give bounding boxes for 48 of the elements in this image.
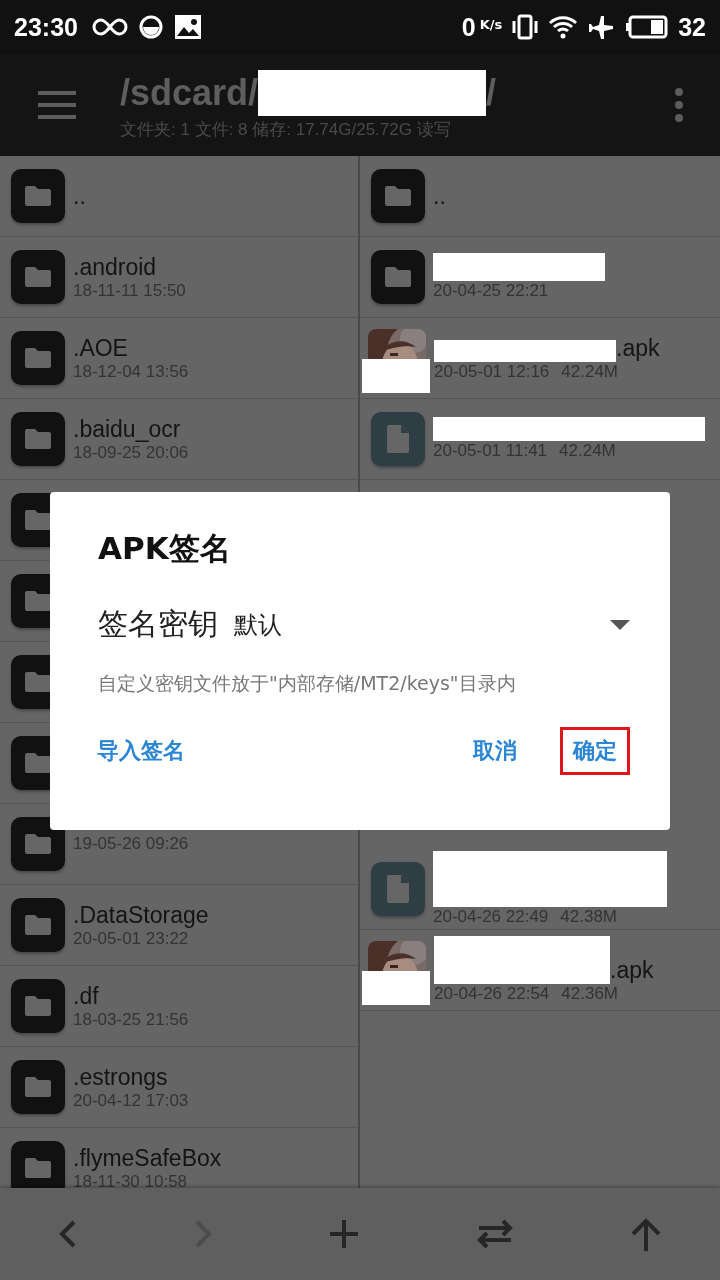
file-name[interactable]: .df	[73, 982, 189, 1010]
file-name[interactable]: .AOE	[73, 334, 189, 362]
folder-icon	[11, 979, 65, 1033]
folder-icon	[11, 1060, 65, 1114]
menu-icon[interactable]	[36, 90, 78, 120]
infinity-icon	[91, 16, 128, 38]
folder-icon	[11, 331, 65, 385]
image-icon	[173, 14, 202, 40]
dialog-button[interactable]: 导入签名	[84, 727, 198, 775]
key-label: 签名密钥	[98, 605, 218, 643]
caret-icon	[610, 619, 630, 630]
file-name[interactable]: ..	[433, 182, 446, 210]
plus-icon	[329, 1219, 359, 1249]
net-speed: 0	[461, 12, 476, 42]
circle-icon	[137, 14, 164, 40]
folder-icon	[11, 412, 65, 466]
chevron-left-icon	[57, 1219, 78, 1249]
dialog-button[interactable]: 确定	[560, 727, 630, 775]
key-dropdown[interactable]: 默认	[234, 608, 630, 641]
status-time: 23:30	[14, 12, 78, 42]
battery-icon	[626, 15, 669, 39]
vibrate-icon	[512, 14, 539, 40]
up-arrow-icon	[630, 1217, 663, 1251]
hint-text: 自定义密钥文件放于"内部存储/MT2/keys"目录内	[98, 671, 517, 696]
dialog-button[interactable]: 取消	[460, 727, 530, 775]
folder-icon	[11, 817, 65, 871]
folder-icon	[371, 169, 425, 223]
battery-level: 32	[678, 12, 706, 42]
wifi-icon	[548, 14, 579, 40]
file-name[interactable]: .android	[73, 253, 186, 281]
document-icon	[371, 862, 425, 916]
path-title: /sdcard/	[120, 71, 259, 114]
more-icon[interactable]	[674, 88, 684, 122]
file-name[interactable]: .DataStorage	[73, 901, 209, 929]
file-name[interactable]: ..	[73, 182, 86, 210]
file-name[interactable]: .baidu_ocr	[73, 415, 189, 443]
folder-icon	[11, 250, 65, 304]
file-name[interactable]: .apk	[610, 957, 654, 984]
file-name[interactable]: .flymeSafeBox	[73, 1144, 222, 1172]
file-name[interactable]: .estrongs	[73, 1063, 189, 1091]
dialog-title: APK签名	[98, 529, 232, 568]
path-title: /	[486, 71, 497, 114]
folder-icon	[11, 898, 65, 952]
file-name[interactable]: .apk	[616, 334, 660, 362]
document-icon	[371, 412, 425, 466]
folder-icon	[371, 250, 425, 304]
folder-icon	[11, 169, 65, 223]
net-speed-unit: K/s	[479, 16, 503, 32]
